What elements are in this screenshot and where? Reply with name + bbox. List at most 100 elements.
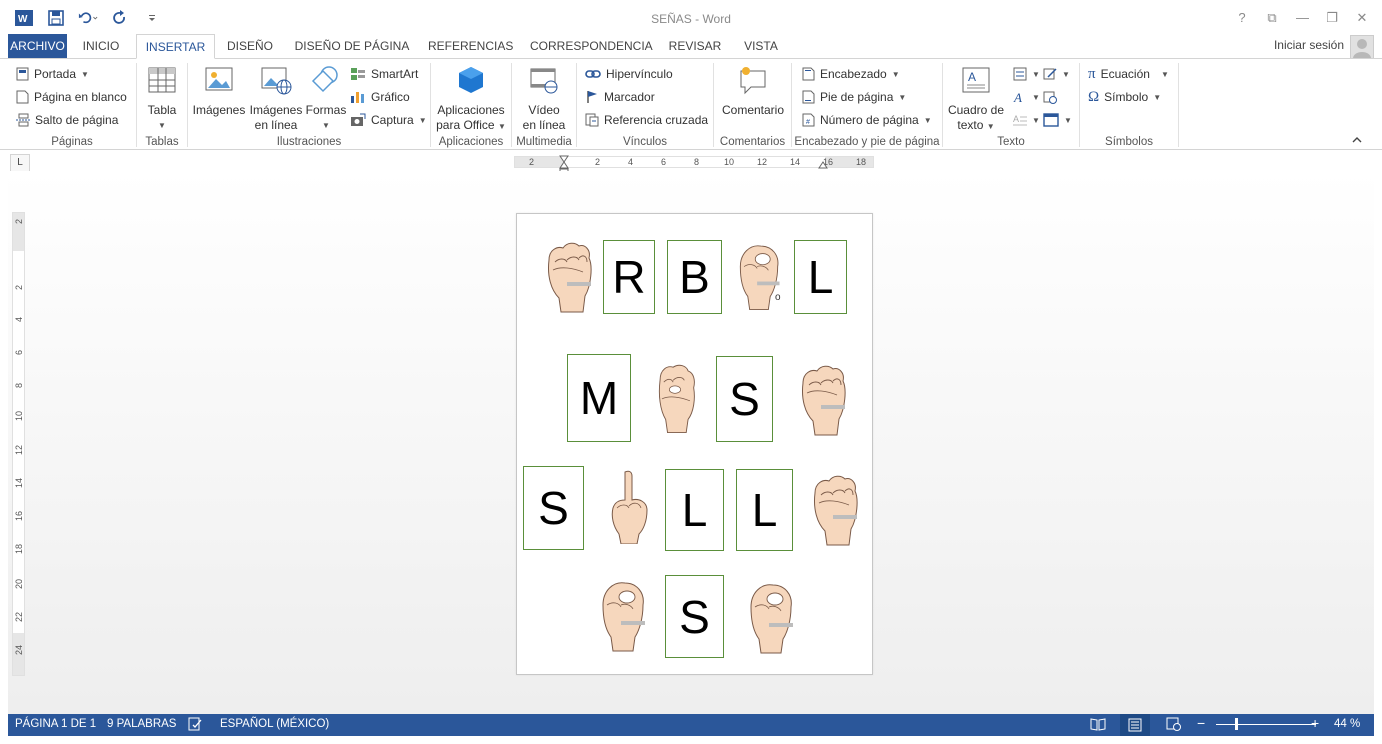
zoom-slider[interactable]: [1216, 724, 1316, 725]
letter-card[interactable]: L: [794, 240, 847, 314]
help-icon[interactable]: ?: [1236, 10, 1248, 26]
page-count[interactable]: PÁGINA 1 DE 1: [15, 718, 96, 730]
hipervinculo-button[interactable]: Hipervínculo: [585, 64, 673, 84]
tab-revisar[interactable]: REVISAR: [668, 34, 722, 58]
zoom-level[interactable]: 44 %: [1334, 718, 1360, 730]
encabezado-button[interactable]: Encabezado ▼: [802, 64, 900, 84]
letter-card[interactable]: S: [665, 575, 724, 658]
close-icon[interactable]: ✕: [1356, 10, 1368, 26]
marcador-button[interactable]: Marcador: [585, 87, 655, 107]
aplicaciones-office-button[interactable]: Aplicaciones para Office ▼: [435, 65, 507, 134]
salto-de-pagina-button[interactable]: Salto de página: [16, 110, 118, 130]
web-layout-icon[interactable]: [1166, 717, 1182, 734]
simbolo-button[interactable]: Ω Símbolo ▼: [1088, 87, 1161, 107]
pagina-en-blanco-button[interactable]: Página en blanco: [16, 87, 127, 107]
date-time-button[interactable]: [1043, 87, 1057, 107]
print-layout-icon[interactable]: [1120, 714, 1150, 736]
tab-diseno[interactable]: DISEÑO: [224, 34, 276, 58]
group-texto: A Cuadro de texto ▼ ▼ ▼ A ▼ A ▼ ▼ Texto: [943, 59, 1079, 150]
tabla-button[interactable]: Tabla ▼: [141, 65, 183, 133]
tab-correspondencia[interactable]: CORRESPONDENCIA: [530, 34, 653, 58]
numero-de-pagina-button[interactable]: # Número de página ▼: [802, 110, 932, 130]
hand-sign-o-icon: [602, 582, 646, 652]
zoom-in-button[interactable]: +: [1311, 715, 1319, 731]
group-label-simbolos: Símbolos: [1105, 136, 1153, 148]
letter-card[interactable]: M: [567, 354, 631, 442]
window-controls: ? ⧉ — ❐ ✕: [1236, 10, 1368, 26]
letter-card[interactable]: S: [523, 466, 584, 550]
pi-icon: π: [1088, 65, 1096, 82]
smartart-button[interactable]: SmartArt: [350, 64, 418, 84]
wordart-button[interactable]: A ▼: [1013, 87, 1040, 107]
imagenes-en-linea-button[interactable]: Imágenes en línea: [248, 65, 304, 133]
captura-button[interactable]: Captura ▼: [350, 110, 427, 130]
bookmark-icon: [587, 91, 597, 103]
comment-icon: [740, 67, 766, 95]
shapes-icon: [311, 66, 338, 93]
document-page[interactable]: R B o L M S S L L S: [516, 213, 873, 675]
read-mode-icon[interactable]: [1090, 717, 1106, 734]
avatar[interactable]: [1350, 35, 1374, 59]
blank-page-icon: [16, 90, 29, 104]
signature-icon: [1043, 68, 1057, 80]
grafico-button[interactable]: Gráfico: [350, 87, 410, 107]
letter-card[interactable]: S: [716, 356, 773, 442]
imagenes-button[interactable]: Imágenes: [192, 65, 246, 118]
letter-card[interactable]: B: [667, 240, 722, 314]
zoom-out-button[interactable]: −: [1197, 715, 1205, 731]
portada-button[interactable]: Portada ▼: [16, 64, 89, 84]
language-status[interactable]: ESPAÑOL (MÉXICO): [220, 718, 329, 730]
formas-button[interactable]: Formas ▼: [304, 65, 348, 133]
cuadro-de-texto-button[interactable]: A Cuadro de texto ▼: [945, 65, 1007, 134]
svg-text:A: A: [1013, 114, 1019, 124]
referencia-cruzada-button[interactable]: Referencia cruzada: [585, 110, 708, 130]
ribbon: Portada ▼ Página en blanco Salto de págin…: [0, 58, 1382, 150]
tab-insertar[interactable]: INSERTAR: [136, 34, 215, 59]
word-count[interactable]: 9 PALABRAS: [107, 718, 176, 730]
comentario-button[interactable]: Comentario: [718, 65, 788, 118]
cover-page-icon: [16, 67, 29, 81]
group-vinculos: Hipervínculo Marcador Referencia cruzada…: [577, 59, 713, 150]
restore-icon[interactable]: ❐: [1326, 10, 1338, 26]
svg-text:A: A: [1013, 90, 1022, 104]
quick-parts-button[interactable]: ▼: [1013, 64, 1040, 84]
tab-selector[interactable]: L: [10, 154, 30, 172]
ribbon-tabs: ARCHIVO INICIO INSERTAR DISEÑO DISEÑO DE…: [0, 34, 1382, 59]
drop-cap-button[interactable]: A ▼: [1013, 110, 1040, 130]
title-bar: W SEÑAS - Word ? ⧉ — ❐ ✕: [0, 0, 1382, 36]
object-button[interactable]: ▼: [1043, 110, 1072, 130]
hyperlink-icon: [585, 70, 601, 78]
horizontal-ruler[interactable]: 2 2 4 6 8 10 12 14 16 18: [514, 155, 874, 176]
table-icon: [148, 67, 176, 93]
collapse-ribbon-button[interactable]: [1352, 133, 1362, 147]
right-indent-icon[interactable]: [818, 159, 828, 169]
letter-card[interactable]: R: [603, 240, 655, 314]
ribbon-display-icon[interactable]: ⧉: [1266, 10, 1278, 26]
group-label-ilustraciones: Ilustraciones: [276, 136, 342, 148]
vertical-ruler[interactable]: 2 2 4 6 8 10 12 14 16 18 20 22 24: [12, 212, 25, 676]
svg-text:A: A: [968, 70, 976, 84]
tab-diseno-de-pagina[interactable]: DISEÑO DE PÁGINA: [294, 34, 410, 58]
minimize-icon[interactable]: —: [1296, 10, 1309, 26]
ecuacion-button[interactable]: π Ecuación ▼: [1088, 64, 1169, 84]
letter-card[interactable]: L: [665, 469, 724, 551]
group-label-tablas: Tablas: [145, 136, 179, 148]
text-box-icon: A: [962, 67, 990, 93]
proofing-icon[interactable]: [188, 717, 202, 734]
tab-vista[interactable]: VISTA: [742, 34, 780, 58]
window-title: SEÑAS - Word: [651, 12, 731, 26]
group-label-aplicaciones: Aplicaciones: [438, 136, 504, 148]
tab-referencias[interactable]: REFERENCIAS: [428, 34, 513, 58]
signin-link[interactable]: Iniciar sesión: [1274, 38, 1344, 52]
zoom-slider-thumb[interactable]: [1235, 718, 1238, 730]
chevron-up-icon: [1352, 137, 1362, 143]
tab-archivo[interactable]: ARCHIVO: [8, 34, 67, 58]
signature-line-button[interactable]: ▼: [1043, 64, 1070, 84]
group-label-vinculos: Vínculos: [622, 136, 668, 148]
video-en-linea-button[interactable]: Vídeo en línea: [518, 65, 570, 133]
pie-de-pagina-button[interactable]: Pie de página ▼: [802, 87, 906, 107]
group-paginas: Portada ▼ Página en blanco Salto de págin…: [8, 59, 136, 150]
letter-card[interactable]: L: [736, 469, 793, 551]
page-break-icon: [16, 113, 30, 127]
tab-inicio[interactable]: INICIO: [78, 34, 124, 58]
